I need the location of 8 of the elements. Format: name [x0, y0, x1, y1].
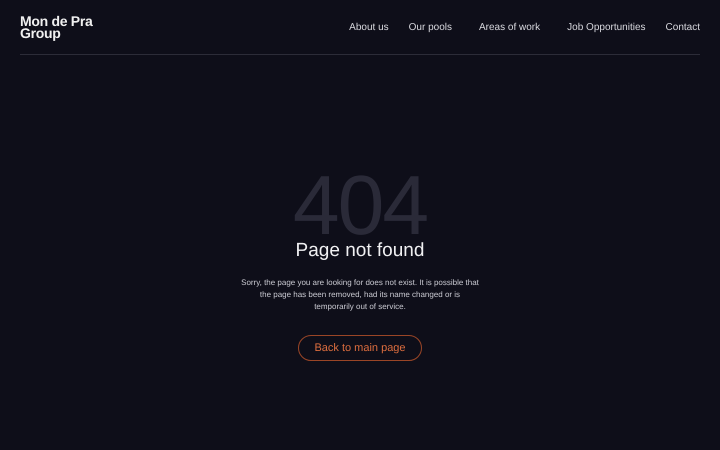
error-message: Sorry, the page you are looking for does not exist. It is possible that the page has been removed, had its name changed or is temporarily out of service.	[240, 277, 480, 313]
nav-link[interactable]: Job Opportunities	[567, 22, 646, 32]
nav-link[interactable]: About us	[349, 22, 389, 32]
nav-link[interactable]: Areas of work	[479, 22, 540, 32]
nav-link[interactable]: Contact	[666, 22, 700, 32]
back-button[interactable]: Back to main page	[298, 335, 422, 361]
logo[interactable]: Mon de Pra Group	[20, 15, 95, 39]
nav-link[interactable]: Our pools	[408, 22, 452, 32]
